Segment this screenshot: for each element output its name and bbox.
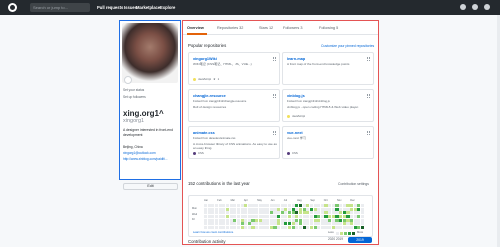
- legend-more: More: [357, 231, 364, 234]
- repo-name[interactable]: changjie-resource: [193, 94, 226, 98]
- year-button[interactable]: 2019: [348, 237, 372, 243]
- repo-language: CSS: [193, 151, 204, 155]
- repo-fork-source[interactable]: Forked from xiangg1312/changjie-resource: [193, 99, 246, 103]
- drag-handle-icon[interactable]: [367, 131, 370, 135]
- top-nav-bar: Search or jump to... Pull requests Issue…: [0, 0, 500, 15]
- month-label: Feb: [217, 199, 222, 202]
- status-icon[interactable]: [124, 76, 132, 84]
- email-link[interactable]: xingorg1@outlook.com: [123, 151, 156, 155]
- repo-description: A cross-browser library of CSS animation…: [193, 142, 277, 150]
- customize-pins-link[interactable]: Customize your pinned repositories: [321, 44, 374, 48]
- repo-card[interactable]: learn-map A front map of the front-end k…: [282, 52, 374, 85]
- main-panel: Overview Repositories 32 Stars 12 Follow…: [182, 20, 379, 245]
- avatar[interactable]: [122, 23, 178, 83]
- status-text[interactable]: Set your status: [123, 88, 144, 92]
- repo-name[interactable]: animate.css: [193, 131, 215, 135]
- month-label: Jul: [283, 199, 287, 202]
- month-label: Jan: [204, 199, 209, 202]
- repo-card[interactable]: xinblog.js Forked from xiangg1312/xinblo…: [282, 89, 374, 122]
- year-list[interactable]: 2020 2019: [328, 237, 343, 241]
- drag-handle-icon[interactable]: [273, 57, 276, 61]
- language-dot-icon: [193, 151, 196, 155]
- nav-pull-requests[interactable]: Pull requests: [97, 5, 123, 10]
- followers-text[interactable]: Set up followers: [123, 95, 146, 99]
- nav-marketplace[interactable]: Marketplace: [136, 5, 160, 10]
- repo-card[interactable]: changjie-resource Forked from xiangg1312…: [188, 89, 280, 122]
- popular-repos-title: Popular repositories: [188, 43, 227, 48]
- notifications-icon[interactable]: [460, 4, 466, 10]
- tab-stars[interactable]: Stars 12: [259, 26, 273, 30]
- profile-tabs: Overview Repositories 32 Stars 12 Follow…: [183, 21, 378, 35]
- legend-cell: [344, 232, 347, 235]
- contribution-calendar: Jan Feb Mar Apr May Jun Jul Aug Sep Oct Nov Dec Mon…: [188, 195, 373, 237]
- language-dot-icon: [193, 77, 196, 81]
- repo-description: xinblog.js - open coding HTML5 & Web vid…: [287, 105, 359, 109]
- learn-contributions-link[interactable]: Learn how we count contributions.: [193, 231, 234, 234]
- profile-login: xingorg1: [123, 118, 145, 124]
- month-label: Sep: [310, 199, 315, 202]
- profile-bio: A designer interested in front-end devel…: [123, 128, 173, 137]
- profile-sidebar: Set your status Set up followers xing.or…: [119, 20, 181, 190]
- month-label: Jun: [270, 199, 275, 202]
- drag-handle-icon[interactable]: [273, 94, 276, 98]
- repo-description: WIKI笔记 (CSS笔记、HTML、JS、VUE...): [193, 62, 252, 66]
- language-dot-icon: [287, 114, 290, 118]
- legend-cell: [336, 232, 339, 235]
- website-link[interactable]: http://www.xinblog.com/paiditi...: [123, 157, 167, 161]
- search-input[interactable]: Search or jump to...: [30, 3, 90, 12]
- drag-handle-icon[interactable]: [367, 94, 370, 98]
- repo-fork-source[interactable]: Forked from daneden/animate.css: [193, 136, 235, 140]
- month-labels: Jan Feb Mar Apr May Jun Jul Aug Sep Oct Nov Dec: [204, 199, 364, 203]
- top-right-icons: [460, 4, 490, 10]
- repo-language: JavaScript: [287, 114, 305, 118]
- avatar-menu-icon[interactable]: [484, 4, 490, 10]
- language-dot-icon: [287, 151, 290, 155]
- tab-following[interactable]: Following 5: [319, 26, 338, 30]
- repo-fork-source[interactable]: Forked from xiangg1312/xinblog.js: [287, 99, 330, 103]
- repo-card[interactable]: animate.css Forked from daneden/animate.…: [188, 126, 280, 159]
- legend-cell: [340, 232, 343, 235]
- repo-language: JavaScript ★ 1: [193, 77, 219, 81]
- repo-name[interactable]: xinblog.js: [287, 94, 305, 98]
- month-label: Aug: [297, 199, 302, 202]
- month-label: Mar: [230, 199, 235, 202]
- tab-followers[interactable]: Followers 3: [283, 26, 302, 30]
- contribution-day-cell[interactable]: [360, 225, 365, 230]
- repo-card[interactable]: vue-next vue-next 学习 CSS: [282, 126, 374, 159]
- tab-overview[interactable]: Overview: [187, 26, 204, 30]
- edit-profile-button[interactable]: Edit: [123, 183, 178, 190]
- month-label: May: [257, 199, 262, 202]
- star-icon: ★: [213, 77, 216, 81]
- month-label: Dec: [350, 199, 355, 202]
- contribution-activity-title: Contribution activity: [188, 239, 226, 244]
- repo-card[interactable]: xingorg1Wiki WIKI笔记 (CSS笔记、HTML、JS、VUE..…: [188, 52, 280, 85]
- contributions-title: 152 contributions in the last year: [188, 181, 250, 186]
- day-labels: Mon Wed Fri: [192, 205, 197, 223]
- repo-description: A front map of the front-end knowledge p…: [287, 62, 350, 66]
- tab-repositories[interactable]: Repositories 32: [217, 26, 243, 30]
- repo-description: vue-next 学习: [287, 136, 306, 140]
- repo-name[interactable]: xingorg1Wiki: [193, 57, 217, 61]
- location-text: Beijing, China: [123, 145, 143, 149]
- day-label: Mon: [192, 207, 197, 210]
- profile-name: xing.org1^: [123, 109, 164, 118]
- month-label: Apr: [243, 199, 248, 202]
- day-label: Fri: [192, 218, 195, 221]
- legend-less: Less: [328, 231, 334, 234]
- legend-cell: [348, 232, 351, 235]
- month-label: Nov: [337, 199, 342, 202]
- contribution-settings-dropdown[interactable]: Contribution settings: [338, 182, 369, 186]
- repo-name[interactable]: vue-next: [287, 131, 303, 135]
- repo-description: Roll of design resources: [193, 105, 227, 109]
- drag-handle-icon[interactable]: [367, 57, 370, 61]
- legend-cell: [352, 232, 355, 235]
- drag-handle-icon[interactable]: [273, 131, 276, 135]
- repo-language: CSS: [287, 151, 298, 155]
- github-logo-icon[interactable]: [8, 3, 17, 12]
- nav-explore[interactable]: Explore: [160, 5, 175, 10]
- month-label: Oct: [323, 199, 328, 202]
- repo-name[interactable]: learn-map: [287, 57, 305, 61]
- active-tab-underline: [187, 33, 207, 35]
- plus-icon[interactable]: [472, 4, 478, 10]
